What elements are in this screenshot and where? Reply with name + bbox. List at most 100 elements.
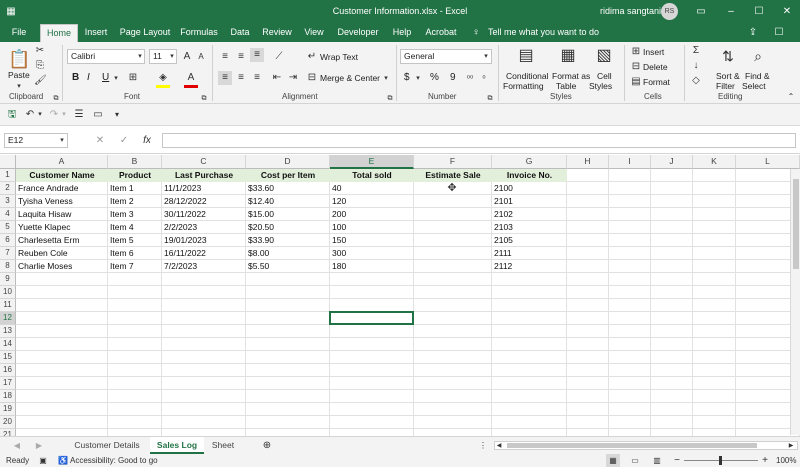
column-header-a[interactable]: A (16, 155, 108, 169)
row-header-15[interactable]: 15 (0, 351, 16, 364)
table-cell[interactable]: 2100 (492, 182, 567, 195)
accessibility-status[interactable]: Accessibility: Good to go (70, 456, 158, 465)
table-cell[interactable]: 100 (330, 221, 414, 234)
chevron-down-icon[interactable]: ▾ (414, 72, 422, 86)
tab-home[interactable]: Home (40, 24, 78, 42)
row-header-8[interactable]: 8 (0, 260, 16, 273)
row-header-14[interactable]: 14 (0, 338, 16, 351)
table-cell[interactable]: 11/1/2023 (162, 182, 246, 195)
find-select-icon[interactable]: ⌕ (748, 46, 768, 66)
add-sheet-icon[interactable]: ⊕ (260, 439, 274, 453)
table-cell[interactable] (414, 208, 492, 221)
tab-insert[interactable]: Insert (82, 24, 110, 42)
table-cell[interactable]: 180 (330, 260, 414, 273)
normal-view-icon[interactable]: ▦ (606, 454, 620, 467)
conditional-formatting-label[interactable]: Formatting (503, 81, 544, 91)
save-icon[interactable]: 🖫 (6, 108, 18, 122)
table-cell[interactable]: 2105 (492, 234, 567, 247)
column-header-h[interactable]: H (567, 155, 609, 169)
row-header-6[interactable]: 6 (0, 234, 16, 247)
align-top-icon[interactable]: ≡ (218, 50, 232, 64)
column-header-j[interactable]: J (651, 155, 693, 169)
percent-button[interactable]: % (430, 72, 439, 83)
italic-button[interactable]: I (87, 72, 90, 83)
macro-record-icon[interactable]: ▣ (38, 454, 48, 467)
format-table-label[interactable]: Table (556, 81, 576, 91)
column-header-l[interactable]: L (736, 155, 800, 169)
close-icon[interactable]: ✕ (772, 0, 800, 24)
table-cell[interactable]: $20.50 (246, 221, 330, 234)
tell-me-search[interactable]: Tell me what you want to do (488, 24, 599, 42)
table-cell[interactable]: $5.50 (246, 260, 330, 273)
header-cell[interactable]: Total sold (330, 169, 414, 182)
tab-file[interactable]: File (6, 24, 32, 42)
zoom-out-icon[interactable]: − (672, 454, 682, 467)
cell-styles-button[interactable]: Cell (597, 71, 612, 81)
font-name-select[interactable]: Calibri (67, 49, 145, 64)
qat-more-icon[interactable]: ▭ (92, 108, 104, 122)
format-cells-button[interactable]: Format (643, 77, 670, 87)
vertical-scrollbar[interactable] (790, 169, 800, 435)
customize-qat-icon[interactable]: ▾ (112, 108, 122, 122)
comma-button[interactable]: 9 (450, 72, 456, 83)
currency-button[interactable]: $ (404, 72, 410, 83)
scroll-right-icon[interactable]: ▶ (34, 439, 44, 453)
table-cell[interactable] (414, 260, 492, 273)
header-cell[interactable]: Cost per Item (246, 169, 330, 182)
align-bottom-icon[interactable]: ≡ (250, 48, 264, 62)
enter-icon[interactable]: ✓ (118, 134, 130, 148)
scrollbar-thumb[interactable] (507, 443, 757, 448)
bold-button[interactable]: B (72, 72, 79, 83)
table-cell[interactable]: 120 (330, 195, 414, 208)
row-header-19[interactable]: 19 (0, 403, 16, 416)
delete-cells-icon[interactable]: ⊟ (630, 60, 642, 74)
row-header-13[interactable]: 13 (0, 325, 16, 338)
table-cell[interactable]: $12.40 (246, 195, 330, 208)
formula-input[interactable] (162, 133, 796, 148)
table-cell[interactable]: 2102 (492, 208, 567, 221)
column-header-c[interactable]: C (162, 155, 246, 169)
page-layout-view-icon[interactable]: ▭ (628, 454, 642, 467)
conditional-formatting-icon[interactable]: ▤ (516, 46, 536, 66)
fill-icon[interactable]: ↓ (690, 59, 702, 73)
table-cell[interactable]: 7/2/2023 (162, 260, 246, 273)
column-header-f[interactable]: F (414, 155, 492, 169)
merge-center-icon[interactable]: ⊟ (306, 71, 318, 85)
table-cell[interactable]: $33.90 (246, 234, 330, 247)
decrease-indent-icon[interactable]: ⇤ (270, 71, 284, 85)
column-header-b[interactable]: B (108, 155, 162, 169)
table-cell[interactable]: 2112 (492, 260, 567, 273)
column-header-g[interactable]: G (492, 155, 567, 169)
table-cell[interactable]: 2111 (492, 247, 567, 260)
table-cell[interactable]: Charlesetta Erm (16, 234, 108, 247)
column-header-i[interactable]: I (609, 155, 651, 169)
accessibility-icon[interactable]: ♿ (58, 454, 68, 467)
chevron-down-icon[interactable]: ▾ (58, 134, 66, 148)
orientation-icon[interactable]: ⟋ (272, 50, 286, 64)
table-cell[interactable]: 30/11/2022 (162, 208, 246, 221)
sheet-tab-sales-log[interactable]: Sales Log (150, 437, 204, 454)
row-header-17[interactable]: 17 (0, 377, 16, 390)
share-icon[interactable]: ⇪ (746, 26, 760, 40)
underline-button[interactable]: U (102, 72, 109, 83)
row-header-18[interactable]: 18 (0, 390, 16, 403)
scrollbar-thumb[interactable] (793, 179, 799, 269)
number-format-select[interactable]: General (400, 49, 492, 64)
align-left-icon[interactable]: ≡ (218, 71, 232, 85)
table-cell[interactable]: 300 (330, 247, 414, 260)
table-cell[interactable]: 19/01/2023 (162, 234, 246, 247)
format-cells-icon[interactable]: ▤ (630, 75, 642, 89)
paste-icon[interactable]: 📋 (8, 48, 30, 70)
table-cell[interactable]: 200 (330, 208, 414, 221)
wrap-text-icon[interactable]: ↵ (306, 50, 318, 64)
zoom-slider[interactable] (684, 456, 758, 465)
table-cell[interactable] (414, 195, 492, 208)
row-header-20[interactable]: 20 (0, 416, 16, 429)
cut-icon[interactable]: ✂ (34, 44, 46, 58)
insert-function-icon[interactable]: fx (140, 134, 154, 148)
chevron-down-icon[interactable]: ▾ (60, 108, 68, 122)
find-select-label[interactable]: Select (742, 81, 766, 91)
header-cell[interactable]: Product (108, 169, 162, 182)
row-header-3[interactable]: 3 (0, 195, 16, 208)
chevron-down-icon[interactable]: ▾ (112, 72, 120, 86)
